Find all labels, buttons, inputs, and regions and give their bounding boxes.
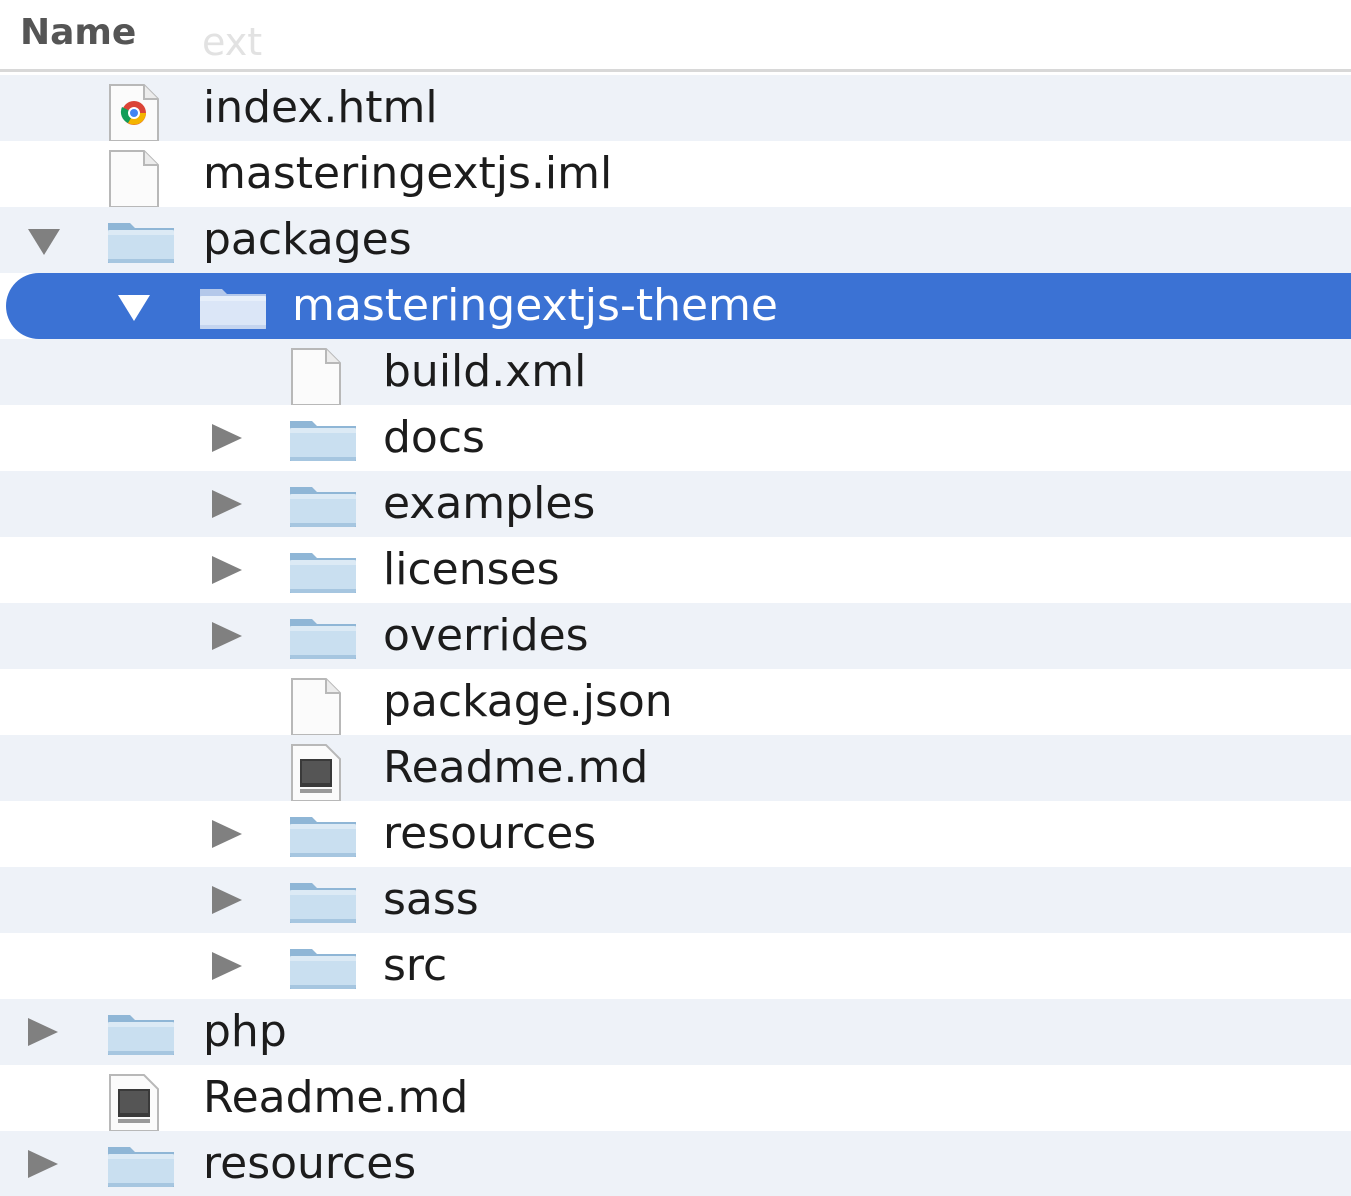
disclosure-closed-icon[interactable] (212, 820, 242, 848)
folder-row[interactable]: overrides (0, 603, 1351, 669)
folder-icon (288, 809, 358, 863)
disclosure-closed-icon[interactable] (212, 622, 242, 650)
item-label: sass (383, 874, 479, 925)
folder-icon (288, 941, 358, 995)
item-label: resources (383, 808, 597, 859)
disclosure-closed-icon[interactable] (28, 1150, 58, 1178)
folder-icon (106, 1007, 176, 1061)
item-label: Readme.md (383, 742, 649, 793)
item-label: src (383, 940, 448, 991)
item-label: licenses (383, 544, 560, 595)
item-label: index.html (203, 82, 438, 133)
markdown-file-icon (106, 1073, 162, 1137)
folder-row[interactable]: src (0, 933, 1351, 999)
item-label: examples (383, 478, 596, 529)
item-label: docs (383, 412, 485, 463)
disclosure-closed-icon[interactable] (212, 952, 242, 980)
file-row[interactable]: package.json (0, 669, 1351, 736)
folder-row[interactable]: licenses (0, 537, 1351, 603)
document-file-icon (106, 149, 162, 213)
disclosure-closed-icon[interactable] (28, 1018, 58, 1046)
file-row[interactable]: build.xml (0, 339, 1351, 406)
folder-row[interactable]: masteringextjs-theme (6, 273, 1351, 339)
finder-list-view: Name ext index.html masteringextjs.iml p… (0, 0, 1351, 1196)
file-tree: index.html masteringextjs.iml packages m… (0, 75, 1351, 1196)
folder-icon (106, 215, 176, 269)
folder-row[interactable]: php (0, 999, 1351, 1065)
item-label: php (203, 1006, 287, 1057)
folder-icon (198, 281, 268, 335)
file-row[interactable]: Readme.md (0, 1065, 1351, 1132)
item-label: overrides (383, 610, 589, 661)
markdown-file-icon (288, 743, 344, 807)
item-label: resources (203, 1138, 417, 1189)
disclosure-open-icon[interactable] (28, 229, 60, 255)
item-label: packages (203, 214, 412, 265)
folder-icon (288, 413, 358, 467)
file-row[interactable]: index.html (0, 75, 1351, 142)
chrome-html-file-icon (106, 83, 162, 147)
item-label: masteringextjs.iml (203, 148, 613, 199)
file-row[interactable]: Readme.md (0, 735, 1351, 802)
folder-row[interactable]: docs (0, 405, 1351, 471)
disclosure-closed-icon[interactable] (212, 424, 242, 452)
item-label: package.json (383, 676, 673, 727)
folder-icon (288, 479, 358, 533)
item-label: Readme.md (203, 1072, 469, 1123)
folder-row[interactable]: resources (0, 1131, 1351, 1196)
folder-row[interactable]: packages (0, 207, 1351, 273)
folder-icon (288, 545, 358, 599)
folder-row[interactable]: resources (0, 801, 1351, 867)
disclosure-closed-icon[interactable] (212, 490, 242, 518)
folder-icon (288, 611, 358, 665)
disclosure-open-icon[interactable] (118, 295, 150, 321)
disclosure-closed-icon[interactable] (212, 556, 242, 584)
name-column-header[interactable]: Name (20, 12, 136, 53)
column-header: Name ext (0, 0, 1351, 72)
folder-row[interactable]: sass (0, 867, 1351, 933)
file-row[interactable]: masteringextjs.iml (0, 141, 1351, 208)
item-label: masteringextjs-theme (292, 280, 778, 331)
item-label: build.xml (383, 346, 587, 397)
folder-icon (288, 875, 358, 929)
document-file-icon (288, 347, 344, 411)
document-file-icon (288, 677, 344, 741)
disclosure-closed-icon[interactable] (212, 886, 242, 914)
folder-icon (106, 1139, 176, 1193)
scrolled-ghost-text: ext (202, 20, 263, 64)
folder-row[interactable]: examples (0, 471, 1351, 537)
